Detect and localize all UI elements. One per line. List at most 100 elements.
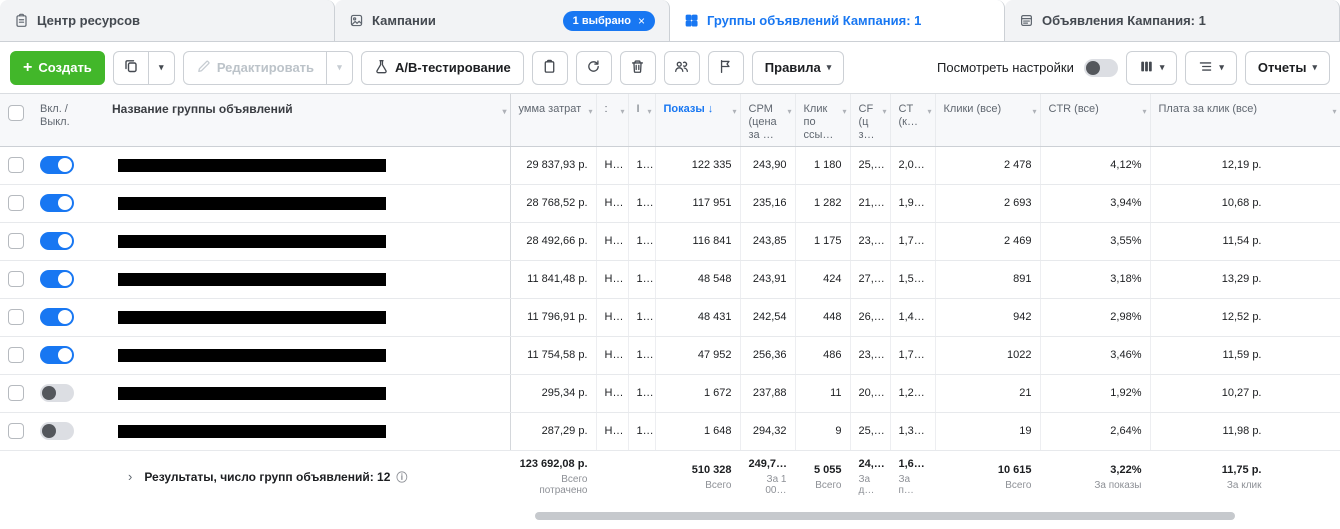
ad-set-name-redacted[interactable] bbox=[118, 196, 386, 210]
delete-button[interactable] bbox=[619, 50, 656, 85]
ad-set-status-toggle[interactable] bbox=[40, 156, 74, 174]
ad-set-status-toggle[interactable] bbox=[40, 346, 74, 364]
ad-set-status-toggle[interactable] bbox=[40, 308, 74, 326]
chevron-down-icon: ▾ bbox=[337, 62, 342, 72]
tab-label: Кампании bbox=[372, 13, 436, 28]
horizontal-scrollbar[interactable] bbox=[0, 504, 1340, 529]
tab-ad-sets[interactable]: Группы объявлений Кампания: 1 bbox=[670, 0, 1005, 41]
cell-clicks_all: 21 bbox=[935, 374, 1041, 413]
cell-cpc_link: 27,… bbox=[850, 260, 891, 299]
ad-set-status-toggle[interactable] bbox=[40, 384, 74, 402]
ad-set-name-redacted[interactable] bbox=[118, 158, 386, 172]
column-sort-icon: ▾ bbox=[927, 107, 932, 116]
close-icon[interactable]: × bbox=[638, 14, 645, 28]
edit-button[interactable]: Редактировать bbox=[182, 50, 328, 85]
ab-test-button[interactable]: А/В-тестирование bbox=[361, 50, 524, 85]
column-header-spend[interactable]: умма затрат ▾ bbox=[510, 94, 597, 147]
chevron-down-icon: ▾ bbox=[1159, 62, 1165, 72]
edit-button-label: Редактировать bbox=[216, 60, 315, 75]
cell-ctr_all: 3,55% bbox=[1040, 222, 1151, 261]
cell-link_clicks: 486 bbox=[795, 336, 851, 375]
column-header-col_a[interactable]: : ▾ bbox=[596, 94, 629, 147]
cell-col_b: 1… bbox=[628, 260, 656, 299]
info-icon[interactable]: ⓘ bbox=[396, 472, 407, 484]
cell-col_b: 1… bbox=[628, 184, 656, 223]
column-header-impressions[interactable]: Показы ↓ ▾ bbox=[655, 94, 741, 147]
ad-set-name-redacted[interactable] bbox=[118, 348, 386, 362]
row-checkbox[interactable] bbox=[8, 309, 24, 325]
cell-link_clicks: 448 bbox=[795, 298, 851, 337]
rules-button[interactable]: Правила ▾ bbox=[751, 50, 845, 85]
column-sort-icon: ▾ bbox=[647, 107, 652, 116]
column-header-col_b[interactable]: I ▾ bbox=[628, 94, 656, 147]
column-header-cpm[interactable]: CPM (цена за … ▾ bbox=[740, 94, 796, 147]
tab-resource-center[interactable]: Центр ресурсов bbox=[0, 0, 335, 41]
cell-cpc_link: 20,… bbox=[850, 374, 891, 413]
column-header-cpc_all[interactable]: Плата за клик (все) ▾ bbox=[1150, 94, 1340, 147]
column-header-clicks_all[interactable]: Клики (все) ▾ bbox=[935, 94, 1041, 147]
badge-label: 1 выбрано bbox=[572, 14, 631, 27]
column-header-ctr_all[interactable]: CTR (все) ▾ bbox=[1040, 94, 1151, 147]
row-checkbox[interactable] bbox=[8, 347, 24, 363]
cell-ctr_link: 1,5… bbox=[890, 260, 936, 299]
people-icon bbox=[674, 59, 689, 77]
select-all-checkbox[interactable] bbox=[8, 105, 24, 121]
row-checkbox[interactable] bbox=[8, 271, 24, 287]
row-checkbox[interactable] bbox=[8, 195, 24, 211]
ad-set-status-toggle[interactable] bbox=[40, 194, 74, 212]
selected-count-badge[interactable]: 1 выбрано × bbox=[562, 10, 655, 31]
ad-set-status-toggle[interactable] bbox=[40, 422, 74, 440]
create-button[interactable]: + Создать bbox=[10, 50, 105, 85]
ads-manager-app: Центр ресурсов Кампании 1 выбрано × Груп… bbox=[0, 0, 1340, 529]
ad-set-status-toggle[interactable] bbox=[40, 270, 74, 288]
select-all-header bbox=[0, 94, 30, 147]
expand-chevron-icon[interactable]: › bbox=[128, 469, 132, 484]
row-checkbox[interactable] bbox=[8, 157, 24, 173]
ad-set-name-redacted[interactable] bbox=[118, 424, 386, 438]
duplicate-dropdown-button[interactable]: ▾ bbox=[148, 50, 175, 85]
cell-spend: 28 492,66 р. bbox=[510, 222, 597, 261]
column-header-cpc_link[interactable]: CF (ц з… ▾ bbox=[850, 94, 891, 147]
paste-button[interactable] bbox=[531, 50, 568, 85]
audience-button[interactable] bbox=[663, 50, 700, 85]
tab-ads[interactable]: Объявления Кампания: 1 bbox=[1005, 0, 1340, 41]
ad-set-name-redacted[interactable] bbox=[118, 234, 386, 248]
column-header-link_clicks[interactable]: Клик по ссы… ▾ bbox=[795, 94, 851, 147]
chevron-down-icon: ▾ bbox=[1219, 62, 1224, 72]
ad-set-status-toggle[interactable] bbox=[40, 232, 74, 250]
sort-descending-icon: ↓ bbox=[707, 103, 714, 115]
table-row: 29 837,93 р. Н… 1… 122 335 243,90 1 180 25,… 2,… bbox=[0, 146, 1340, 185]
row-checkbox[interactable] bbox=[8, 385, 24, 401]
cell-clicks_all: 2 469 bbox=[935, 222, 1041, 261]
cell-col_b: 1… bbox=[628, 412, 656, 451]
ad-set-name-redacted[interactable] bbox=[118, 310, 386, 324]
flag-button[interactable] bbox=[707, 50, 744, 85]
column-header-ctr_link[interactable]: CT (к… ▾ bbox=[890, 94, 936, 147]
cell-cpc_link: 23,… bbox=[850, 336, 891, 375]
duplicate-button[interactable] bbox=[112, 50, 149, 85]
cell-clicks_all: 891 bbox=[935, 260, 1041, 299]
columns-button[interactable]: ▾ bbox=[1125, 50, 1178, 85]
cell-cpm: 235,16 bbox=[740, 184, 796, 223]
cell-ctr_all: 3,18% bbox=[1040, 260, 1151, 299]
reports-button[interactable]: Отчеты ▾ bbox=[1244, 50, 1330, 85]
tab-label: Объявления Кампания: 1 bbox=[1042, 13, 1206, 28]
column-header-toggle[interactable]: Вкл. / Выкл. bbox=[30, 94, 104, 147]
undo-button[interactable] bbox=[575, 50, 612, 85]
column-header-name[interactable]: Название группы объявлений ▾ bbox=[104, 94, 511, 147]
summary-cell-ctr_all: 3,22% За показы bbox=[1040, 450, 1150, 504]
scrollbar-thumb[interactable] bbox=[535, 512, 1235, 520]
cell-ctr_link: 1,9… bbox=[890, 184, 936, 223]
tab-campaigns[interactable]: Кампании 1 выбрано × bbox=[335, 0, 670, 41]
summary-cell-cpc_all: 11,75 р. За клик bbox=[1150, 450, 1340, 504]
table-row: 287,29 р. Н… 1… 1 648 294,32 9 25,… 1,3… 19 2,64%… bbox=[0, 412, 1340, 451]
ad-set-name-redacted[interactable] bbox=[118, 272, 386, 286]
row-checkbox[interactable] bbox=[8, 233, 24, 249]
cell-spend: 11 754,58 р. bbox=[510, 336, 597, 375]
breakdown-button[interactable]: ▾ bbox=[1185, 50, 1237, 85]
view-settings-toggle[interactable] bbox=[1083, 58, 1118, 77]
row-checkbox[interactable] bbox=[8, 423, 24, 439]
cell-impressions: 116 841 bbox=[655, 222, 741, 261]
ad-set-name-redacted[interactable] bbox=[118, 386, 386, 400]
edit-dropdown-button[interactable]: ▾ bbox=[327, 50, 354, 85]
